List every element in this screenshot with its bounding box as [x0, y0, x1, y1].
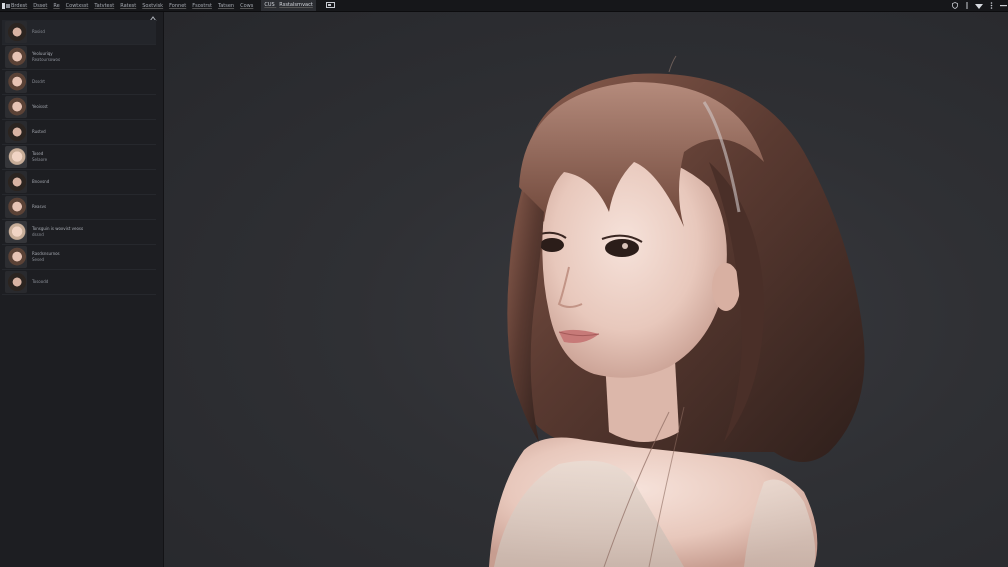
menu-item-1[interactable]: Brdest [11, 3, 27, 9]
list-item[interactable]: Reasvs [2, 195, 156, 220]
list-item[interactable]: Dssdrt [2, 70, 156, 95]
list-item[interactable]: Rosisd [2, 20, 156, 45]
list-item-text: Yeoissst [32, 104, 48, 110]
list-item-title: Reasvs [32, 204, 47, 209]
list-item-subtitle: dssnd [32, 232, 44, 237]
list-item[interactable]: Yeoissst [2, 95, 156, 120]
active-tab-prefix: CUS [264, 2, 275, 8]
list-item[interactable]: Yeoluuriqy Reatoursowoo [2, 45, 156, 70]
menu-item-3[interactable]: Re [53, 3, 59, 9]
menu-item-11[interactable]: Cows [240, 3, 253, 9]
active-tab[interactable]: CUS Rsstalsrnvact [261, 0, 316, 11]
list-item[interactable]: Tosoodd [2, 270, 156, 295]
list-item-text: Tosed Selaore [32, 151, 47, 163]
minimize-icon[interactable] [998, 1, 1008, 10]
list-item-text: Rustvd [32, 129, 46, 135]
list-item-text: Dssdrt [32, 79, 45, 85]
display-icon[interactable] [325, 2, 335, 9]
list-item[interactable]: Rustvd [2, 120, 156, 145]
list-item[interactable]: Bnovsnd [2, 170, 156, 195]
menu-item-5[interactable]: Tatvtest [94, 3, 114, 9]
list-item[interactable]: Tonsguin is woxvist veoso dssnd [2, 220, 156, 245]
list-item-subtitle: Dssdrt [32, 79, 45, 84]
thumbnail [5, 46, 27, 68]
menu-item-10[interactable]: Tatsen [218, 3, 234, 9]
thumbnail [5, 96, 27, 118]
active-tab-label: Rsstalsrnvact [279, 2, 313, 8]
list-item-text: Yeoluuriqy Reatoursowoo [32, 51, 60, 63]
list-item[interactable]: Rasdsnsurnos Sesed [2, 245, 156, 270]
list-item-text: Bnovsnd [32, 179, 49, 185]
portrait-render [489, 55, 865, 567]
shield-icon[interactable] [950, 1, 960, 10]
thumbnail [5, 221, 27, 243]
list-item-subtitle: Rosisd [32, 29, 45, 34]
history-sidebar: Rosisd Yeoluuriqy Reatoursowoo Dssdrt Ye… [0, 12, 164, 567]
more-icon[interactable] [986, 1, 996, 10]
list-item-subtitle: Sesed [32, 257, 45, 262]
menu-item-7[interactable]: Soxtvisk [142, 3, 163, 9]
list-item-title: Bnovsnd [32, 179, 50, 184]
menu-item-8[interactable]: Fonnet [169, 3, 186, 9]
thumbnail [5, 121, 27, 143]
wifi-icon[interactable] [974, 1, 984, 10]
list-item-title: Yeoissst [32, 104, 48, 109]
menu-item-6[interactable]: Ratest [120, 3, 136, 9]
menu-item-2[interactable]: Dsset [33, 3, 47, 9]
list-item-text: Tonsguin is woxvist veoso dssnd [32, 226, 83, 238]
thumbnail [5, 246, 27, 268]
menu-bar: Brdest Dsset Re Cowtxsst Tatvtest Ratest… [0, 0, 1008, 12]
list-item-text: Rosisd [32, 29, 45, 35]
thumbnail [5, 21, 27, 43]
thumbnail [5, 71, 27, 93]
thumbnail [5, 146, 27, 168]
menu-item-4[interactable]: Cowtxsst [66, 3, 89, 9]
app-window: Brdest Dsset Re Cowtxsst Tatvtest Ratest… [0, 0, 1008, 567]
thumbnail [5, 171, 27, 193]
menu-item-9[interactable]: Fsostrst [192, 3, 212, 9]
list-item[interactable]: Tosed Selaore [2, 145, 156, 170]
history-list: Rosisd Yeoluuriqy Reatoursowoo Dssdrt Ye… [2, 20, 156, 295]
list-item-subtitle: Tosoodd [32, 279, 49, 284]
list-item-text: Reasvs [32, 204, 46, 210]
list-item-subtitle: Reatoursowoo [32, 57, 61, 62]
list-item-text: Rasdsnsurnos Sesed [32, 251, 60, 263]
list-item-title: Rustvd [32, 129, 46, 134]
divider-icon [962, 1, 972, 10]
thumbnail [5, 271, 27, 293]
list-item-subtitle: Selaore [32, 157, 48, 162]
list-item-text: Tosoodd [32, 279, 48, 285]
app-logo-icon[interactable] [1, 1, 10, 10]
render-canvas[interactable] [164, 12, 1008, 567]
thumbnail [5, 196, 27, 218]
